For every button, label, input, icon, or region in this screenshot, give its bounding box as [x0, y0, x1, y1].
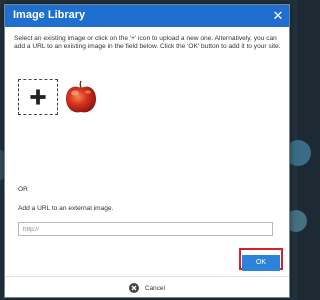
footer-divider: [5, 276, 289, 277]
plus-icon: [30, 89, 46, 105]
or-label: OR: [18, 186, 28, 193]
instructions-text: Select an existing image or click on the…: [14, 35, 281, 51]
url-input[interactable]: [18, 222, 273, 236]
ok-button[interactable]: OK: [242, 254, 280, 271]
upload-image-button[interactable]: [18, 79, 58, 115]
cancel-circle-icon: [129, 283, 139, 293]
cancel-label: Cancel: [145, 284, 165, 292]
dialog-header: Image Library ✕: [5, 5, 289, 27]
cancel-button[interactable]: Cancel: [129, 281, 165, 295]
dialog-title: Image Library: [13, 9, 86, 21]
ok-button-highlight: OK: [239, 248, 283, 271]
url-label: Add a URL to an external image.: [18, 205, 114, 212]
close-icon[interactable]: ✕: [271, 9, 285, 23]
image-library-dialog: Image Library ✕ Select an existing image…: [4, 4, 290, 298]
image-thumbnail[interactable]: [64, 79, 98, 115]
